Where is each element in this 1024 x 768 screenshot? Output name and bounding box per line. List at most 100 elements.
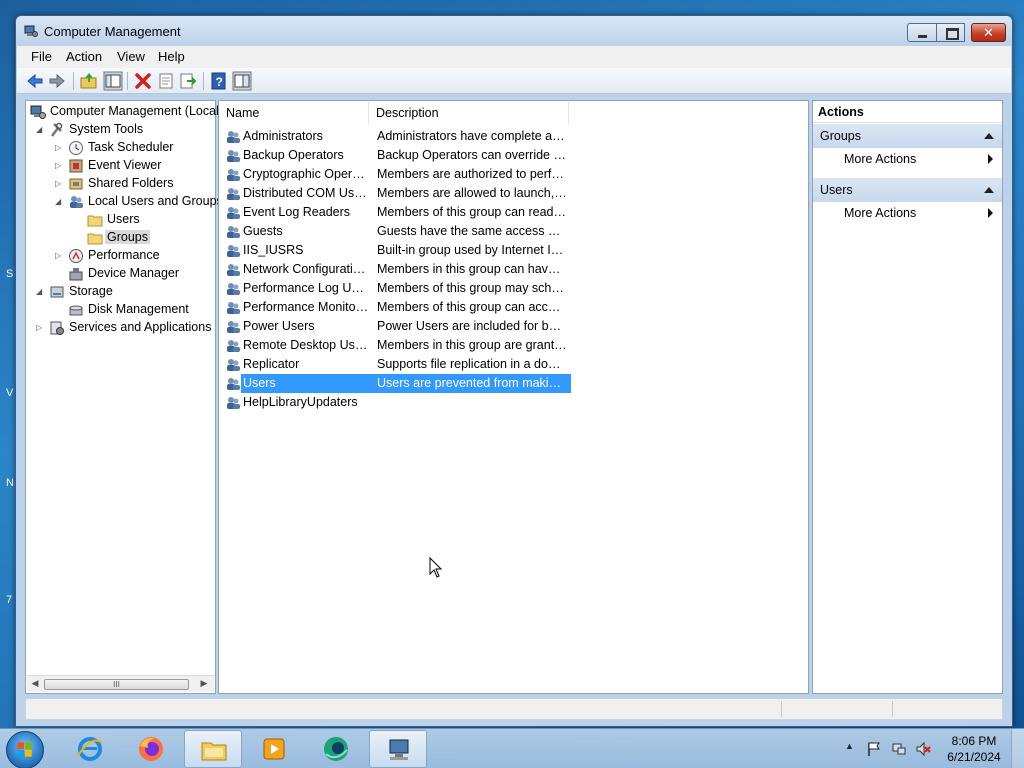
group-row[interactable]: IIS_IUSRS Built-in group used by Internet… bbox=[223, 241, 571, 260]
back-icon[interactable] bbox=[25, 71, 45, 91]
more-actions-label: More Actions bbox=[844, 152, 917, 166]
tree-item-label: Computer Management (Local bbox=[50, 104, 219, 118]
groups-list-pane: Name Description Administrators Administr… bbox=[218, 100, 809, 694]
group-row[interactable]: Backup Operators Backup Operators can ove… bbox=[223, 146, 571, 165]
tree-item-label: Task Scheduler bbox=[88, 140, 174, 154]
svg-text:?: ? bbox=[216, 75, 223, 89]
tree-item-label: Shared Folders bbox=[88, 176, 174, 190]
users-icon bbox=[70, 196, 83, 208]
collapse-icon[interactable]: ◢ bbox=[55, 197, 64, 206]
collapse-icon[interactable]: ◢ bbox=[36, 125, 45, 134]
close-button[interactable]: ✕ bbox=[971, 23, 1006, 42]
desktop-icon-fragment: S bbox=[6, 268, 14, 280]
computer-management-icon bbox=[389, 739, 409, 760]
up-folder-icon[interactable] bbox=[79, 71, 99, 91]
column-header-name[interactable]: Name bbox=[219, 101, 369, 125]
group-name: Event Log Readers bbox=[243, 205, 351, 219]
collapse-icon[interactable] bbox=[984, 133, 994, 139]
desktop-icon-fragment: V bbox=[6, 387, 14, 399]
expand-icon[interactable]: ▷ bbox=[55, 179, 64, 188]
group-name: Guests bbox=[243, 224, 283, 238]
group-description: Members of this group can acces... bbox=[377, 300, 567, 314]
window-title: Computer Management bbox=[44, 24, 181, 39]
expand-icon[interactable]: ▷ bbox=[55, 161, 64, 170]
group-name: Performance Monitor ... bbox=[243, 300, 369, 314]
tree-item-label: Groups bbox=[105, 230, 150, 244]
more-actions-users[interactable]: More Actions bbox=[813, 202, 1002, 224]
minimize-button[interactable] bbox=[907, 23, 937, 42]
actions-section-users[interactable]: Users bbox=[813, 178, 1002, 202]
delete-icon[interactable] bbox=[133, 71, 153, 91]
group-description: Members in this group can have s... bbox=[377, 262, 567, 276]
close-icon: ✕ bbox=[983, 25, 994, 40]
more-actions-groups[interactable]: More Actions bbox=[813, 148, 1002, 170]
export-list-icon[interactable] bbox=[178, 71, 198, 91]
group-row[interactable]: Event Log Readers Members of this group c… bbox=[223, 203, 571, 222]
group-row[interactable]: Users Users are prevented from making ... bbox=[223, 374, 571, 393]
group-row[interactable]: Performance Monitor ... Members of this g… bbox=[223, 298, 571, 317]
group-name: Users bbox=[243, 376, 276, 390]
scroll-right-icon[interactable]: ▶ bbox=[199, 678, 209, 689]
tree-item-label: Services and Applications bbox=[69, 320, 212, 334]
computer-management-icon bbox=[24, 25, 38, 37]
collapse-icon[interactable]: ◢ bbox=[36, 287, 45, 296]
taskbar-file-explorer[interactable] bbox=[184, 730, 242, 768]
volume-muted-icon[interactable] bbox=[915, 741, 931, 757]
taskbar-internet-explorer[interactable] bbox=[61, 730, 119, 768]
performance-icon bbox=[69, 249, 83, 263]
action-center-flag-icon[interactable] bbox=[866, 741, 882, 757]
group-row[interactable]: Performance Log Users Members of this gro… bbox=[223, 279, 571, 298]
network-icon[interactable] bbox=[891, 741, 907, 757]
file-explorer-icon bbox=[201, 742, 227, 761]
group-row[interactable]: HelpLibraryUpdaters bbox=[223, 393, 571, 412]
desktop-icon-fragment: 7 bbox=[6, 594, 13, 606]
tree-item-label: Device Manager bbox=[88, 266, 180, 280]
submenu-arrow-icon bbox=[988, 154, 993, 164]
menu-help[interactable]: Help bbox=[158, 49, 185, 64]
system-clock[interactable]: 8:06 PM 6/21/2024 bbox=[944, 733, 1004, 765]
show-desktop-button[interactable] bbox=[1011, 729, 1024, 768]
scroll-left-icon[interactable]: ◀ bbox=[30, 678, 40, 689]
group-row[interactable]: Power Users Power Users are included for … bbox=[223, 317, 571, 336]
help-icon[interactable]: ? bbox=[209, 71, 229, 91]
show-hide-tree-icon[interactable] bbox=[103, 71, 123, 91]
group-row[interactable]: Distributed COM Users Members are allowed… bbox=[223, 184, 571, 203]
tree-horizontal-scrollbar[interactable]: ◀ III ▶ bbox=[27, 675, 214, 692]
collapse-icon[interactable] bbox=[984, 187, 994, 193]
properties-icon[interactable] bbox=[156, 71, 176, 91]
expand-icon[interactable]: ▷ bbox=[36, 323, 45, 332]
tree-item-label: Event Viewer bbox=[88, 158, 162, 172]
menu-file[interactable]: File bbox=[31, 49, 52, 64]
scroll-thumb[interactable]: III bbox=[44, 679, 189, 690]
menu-view[interactable]: View bbox=[117, 49, 145, 64]
group-row[interactable]: Cryptographic Operat... Members are autho… bbox=[223, 165, 571, 184]
group-row[interactable]: Administrators Administrators have comple… bbox=[223, 127, 571, 146]
clock-time: 8:06 PM bbox=[951, 734, 997, 748]
expand-icon[interactable]: ▷ bbox=[55, 251, 64, 260]
expand-icon[interactable]: ▷ bbox=[55, 143, 64, 152]
group-row[interactable]: Remote Desktop Users Members in this grou… bbox=[223, 336, 571, 355]
menu-action[interactable]: Action bbox=[66, 49, 102, 64]
group-row[interactable]: Replicator Supports file replication in a… bbox=[223, 355, 571, 374]
taskbar-firefox[interactable] bbox=[122, 730, 180, 768]
group-row[interactable]: Guests Guests have the same access as m..… bbox=[223, 222, 571, 241]
group-row[interactable]: Network Configuratio... Members in this g… bbox=[223, 260, 571, 279]
show-hidden-icons-icon[interactable]: ▲ bbox=[845, 741, 861, 757]
computer-management-window: Computer Management ✕ File Action View H… bbox=[15, 15, 1013, 727]
group-name: HelpLibraryUpdaters bbox=[243, 395, 358, 409]
group-name: Power Users bbox=[243, 319, 315, 333]
taskbar-browser[interactable] bbox=[307, 730, 365, 768]
start-button[interactable] bbox=[6, 731, 44, 768]
group-icon bbox=[227, 359, 240, 371]
taskbar-media-player[interactable] bbox=[245, 730, 303, 768]
show-hide-action-pane-icon[interactable] bbox=[232, 71, 252, 91]
taskbar-computer-management[interactable] bbox=[369, 730, 427, 768]
mouse-cursor-icon bbox=[429, 557, 443, 578]
column-header-description[interactable]: Description bbox=[369, 101, 569, 125]
title-bar[interactable]: Computer Management ✕ bbox=[16, 16, 1012, 46]
maximize-button[interactable] bbox=[937, 23, 965, 42]
actions-section-groups[interactable]: Groups bbox=[813, 124, 1002, 148]
clock-date: 6/21/2024 bbox=[947, 750, 1001, 764]
more-actions-label: More Actions bbox=[844, 206, 917, 220]
forward-icon[interactable] bbox=[47, 71, 67, 91]
